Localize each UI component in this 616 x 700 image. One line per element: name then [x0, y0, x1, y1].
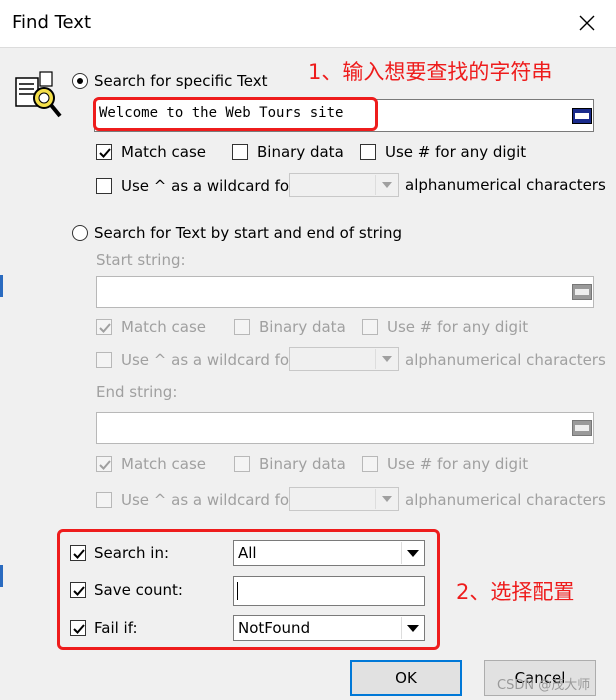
radio-start-end-label: Search for Text by start and end of stri…: [94, 224, 402, 242]
background-window-edge: [0, 275, 3, 297]
match-case-checkbox[interactable]: [96, 144, 112, 160]
abc-picker-icon: [572, 108, 592, 124]
start-binary-data-checkbox[interactable]: [234, 319, 250, 335]
start-binary-data-label: Binary data: [259, 318, 346, 336]
wildcard-select[interactable]: [289, 173, 399, 197]
binary-data-label: Binary data: [257, 143, 344, 161]
abc-picker-icon: [572, 284, 592, 300]
end-use-hash-label: Use # for any digit: [387, 455, 529, 473]
start-wildcard-select[interactable]: [289, 347, 399, 371]
chevron-down-icon: [375, 489, 397, 509]
watermark: CSDN @茂大师: [497, 678, 591, 693]
radio-specific-text-label: Search for specific Text: [94, 72, 268, 90]
abc-picker-button-end[interactable]: [572, 420, 592, 436]
start-string-label: Start string:: [96, 251, 186, 269]
chevron-down-icon: [375, 349, 397, 369]
end-string-label: End string:: [96, 383, 178, 401]
title-bar: Find Text: [0, 0, 616, 48]
end-use-caret-label: Use ^ as a wildcard for: [121, 491, 296, 509]
end-string-input[interactable]: [96, 412, 594, 444]
match-case-label: Match case: [121, 143, 207, 161]
radio-specific-text[interactable]: [72, 73, 88, 89]
abc-picker-button-start[interactable]: [572, 284, 592, 300]
close-icon: [579, 15, 595, 31]
start-match-case-label: Match case: [121, 318, 207, 336]
end-alnum-label: alphanumerical characters: [405, 491, 606, 509]
use-hash-label: Use # for any digit: [385, 143, 527, 161]
end-match-case-label: Match case: [121, 455, 207, 473]
start-match-case-checkbox[interactable]: [96, 319, 112, 335]
ok-button[interactable]: OK: [350, 660, 462, 696]
end-binary-data-label: Binary data: [259, 455, 346, 473]
end-match-case-checkbox[interactable]: [96, 456, 112, 472]
chevron-down-icon: [375, 175, 397, 195]
end-use-caret-checkbox[interactable]: [96, 492, 112, 508]
end-wildcard-select[interactable]: [289, 487, 399, 511]
start-use-hash-label: Use # for any digit: [387, 318, 529, 336]
start-alnum-label: alphanumerical characters: [405, 351, 606, 369]
annotation-note-1: 1、输入想要查找的字符串: [308, 60, 553, 84]
end-binary-data-checkbox[interactable]: [234, 456, 250, 472]
start-use-caret-label: Use ^ as a wildcard for: [121, 351, 296, 369]
close-button[interactable]: [572, 8, 602, 38]
binary-data-checkbox[interactable]: [232, 144, 248, 160]
use-caret-checkbox[interactable]: [96, 178, 112, 194]
radio-start-end[interactable]: [72, 225, 88, 241]
background-window-edge: [0, 565, 3, 587]
abc-picker-icon: [572, 420, 592, 436]
window-title: Find Text: [12, 12, 92, 33]
start-use-hash-checkbox[interactable]: [362, 319, 378, 335]
end-use-hash-checkbox[interactable]: [362, 456, 378, 472]
annotation-box-text: [93, 97, 378, 131]
start-string-input[interactable]: [96, 276, 594, 308]
abc-picker-button[interactable]: [572, 108, 592, 124]
find-text-icon: [14, 70, 64, 120]
annotation-note-2: 2、选择配置: [456, 580, 575, 604]
start-use-caret-checkbox[interactable]: [96, 352, 112, 368]
annotation-box-options: [57, 529, 440, 650]
use-caret-label: Use ^ as a wildcard for: [121, 177, 296, 195]
use-hash-checkbox[interactable]: [360, 144, 376, 160]
alnum-label: alphanumerical characters: [405, 176, 606, 194]
